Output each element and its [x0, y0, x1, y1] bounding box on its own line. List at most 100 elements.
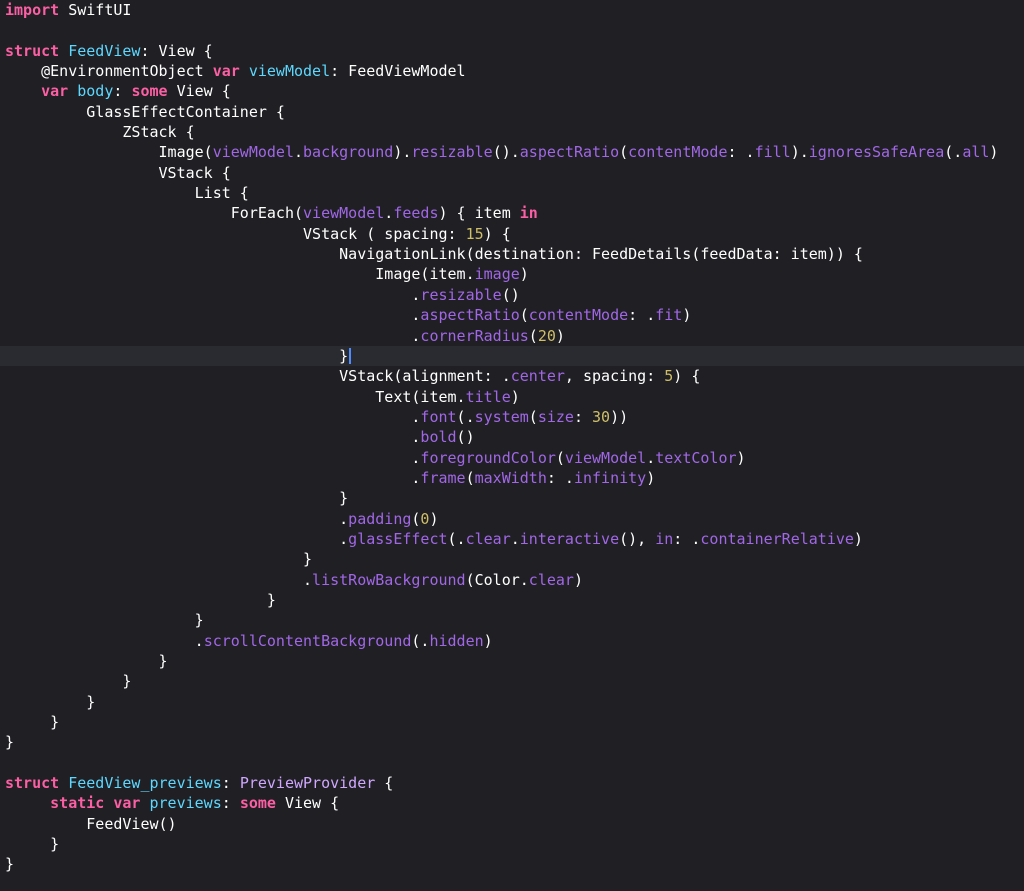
code-token: font: [420, 407, 457, 426]
code-line[interactable]: GlassEffectContainer {: [0, 102, 1024, 122]
code-line[interactable]: }: [0, 732, 1024, 752]
code-line[interactable]: .foregroundColor(viewModel.textColor): [0, 448, 1024, 468]
code-line[interactable]: .listRowBackground(Color.clear): [0, 570, 1024, 590]
code-token: Text(item.: [5, 387, 466, 406]
code-line[interactable]: }: [0, 854, 1024, 874]
code-token: VStack ( spacing:: [5, 224, 466, 243]
code-token: }: [5, 590, 276, 609]
code-line[interactable]: }: [0, 610, 1024, 630]
code-line[interactable]: .aspectRatio(contentMode: .fit): [0, 305, 1024, 325]
code-token: ): [682, 306, 692, 325]
code-token: :: [221, 774, 240, 793]
code-line[interactable]: List {: [0, 183, 1024, 203]
code-token: .: [384, 204, 394, 223]
code-token: infinity: [573, 468, 647, 487]
code-token: ): [429, 509, 439, 528]
code-token: struct: [5, 41, 60, 60]
code-token: .: [510, 529, 520, 548]
code-token: system: [474, 407, 529, 426]
code-token: aspectRatio: [420, 306, 520, 325]
code-token: }: [5, 733, 15, 752]
code-token: (: [519, 306, 529, 325]
code-line[interactable]: Image(viewModel.background).resizable().…: [0, 142, 1024, 162]
code-token: ): [989, 143, 999, 162]
code-token: viewModel: [212, 143, 294, 162]
code-token: maxWidth: [474, 468, 547, 487]
code-line[interactable]: .cornerRadius(20): [0, 326, 1024, 346]
code-token: cornerRadius: [420, 326, 529, 345]
code-line[interactable]: Image(item.image): [0, 264, 1024, 284]
code-token: .: [5, 428, 421, 447]
code-line[interactable]: .bold(): [0, 427, 1024, 447]
code-line[interactable]: ForEach(viewModel.feeds) { item in: [0, 203, 1024, 223]
code-token: : .: [727, 143, 755, 162]
code-token: textColor: [655, 448, 737, 467]
code-line[interactable]: ZStack {: [0, 122, 1024, 142]
code-line[interactable]: struct FeedView_previews: PreviewProvide…: [0, 773, 1024, 793]
code-line[interactable]: .scrollContentBackground(.hidden): [0, 631, 1024, 651]
code-token: all: [962, 143, 990, 162]
code-line[interactable]: import SwiftUI: [0, 0, 1024, 20]
code-line[interactable]: }: [0, 651, 1024, 671]
code-token: }: [5, 489, 349, 508]
code-line[interactable]: ​: [0, 753, 1024, 773]
code-token: feeds: [393, 204, 439, 223]
code-line[interactable]: static var previews: some View {: [0, 793, 1024, 813]
code-token: (),: [619, 529, 656, 548]
code-token: }: [5, 652, 168, 670]
code-token: .: [5, 285, 421, 304]
code-token: scrollContentBackground: [203, 631, 412, 650]
code-line[interactable]: }: [0, 590, 1024, 610]
code-line[interactable]: }: [0, 692, 1024, 712]
code-line[interactable]: NavigationLink(destination: FeedDetails(…: [0, 244, 1024, 264]
code-line[interactable]: }: [0, 712, 1024, 732]
code-line[interactable]: struct FeedView: View {: [0, 41, 1024, 61]
code-token: background: [303, 143, 394, 162]
code-token: viewModel: [564, 448, 647, 467]
code-token: (.: [411, 631, 430, 650]
code-line[interactable]: var body: some View {: [0, 81, 1024, 101]
code-token: :: [573, 407, 593, 426]
code-token: .: [294, 143, 304, 162]
code-line[interactable]: .glassEffect(.clear.interactive(), in: .…: [0, 529, 1024, 549]
code-line[interactable]: }: [0, 549, 1024, 569]
code-token: VStack(alignment: .: [5, 367, 511, 386]
code-token: View {: [275, 794, 340, 813]
code-area[interactable]: import SwiftUI​struct FeedView: View { @…: [0, 0, 1024, 875]
code-token: : View {: [140, 41, 213, 60]
code-token: containerRelative: [700, 529, 854, 548]
code-line[interactable]: VStack ( spacing: 15) {: [0, 224, 1024, 244]
code-token: ): [510, 387, 520, 406]
code-token: PreviewProvider: [239, 774, 376, 793]
code-line[interactable]: .resizable(): [0, 285, 1024, 305]
code-token: }: [5, 835, 60, 854]
code-token: clear: [465, 529, 511, 548]
code-line[interactable]: Text(item.title): [0, 387, 1024, 407]
code-line[interactable]: .frame(maxWidth: .infinity): [0, 468, 1024, 488]
code-line[interactable]: .font(.system(size: 30)): [0, 407, 1024, 427]
code-token: ): [736, 448, 746, 467]
code-line[interactable]: ​: [0, 20, 1024, 40]
code-token: center: [510, 367, 565, 386]
code-line[interactable]: }: [0, 671, 1024, 691]
code-token: @EnvironmentObject: [5, 62, 213, 81]
code-line[interactable]: VStack(alignment: .center, spacing: 5) {: [0, 366, 1024, 386]
code-line[interactable]: }: [0, 834, 1024, 854]
code-token: (): [456, 428, 475, 447]
code-line[interactable]: FeedView(): [0, 814, 1024, 834]
code-line[interactable]: VStack {: [0, 163, 1024, 183]
code-token: (: [528, 326, 538, 345]
code-line[interactable]: }: [0, 345, 1024, 367]
code-token: ).: [393, 143, 412, 162]
code-token: }: [5, 713, 60, 732]
code-token: static: [50, 794, 105, 813]
code-token: foregroundColor: [420, 448, 556, 467]
code-line[interactable]: .padding(0): [0, 509, 1024, 529]
code-token: (: [555, 448, 565, 467]
code-token: contentMode: [528, 306, 629, 325]
code-line[interactable]: }: [0, 488, 1024, 508]
code-editor[interactable]: import SwiftUI​struct FeedView: View { @…: [0, 0, 1024, 891]
code-line[interactable]: @EnvironmentObject var viewModel: FeedVi…: [0, 61, 1024, 81]
code-token: }: [5, 672, 132, 691]
code-token: import: [5, 1, 60, 19]
